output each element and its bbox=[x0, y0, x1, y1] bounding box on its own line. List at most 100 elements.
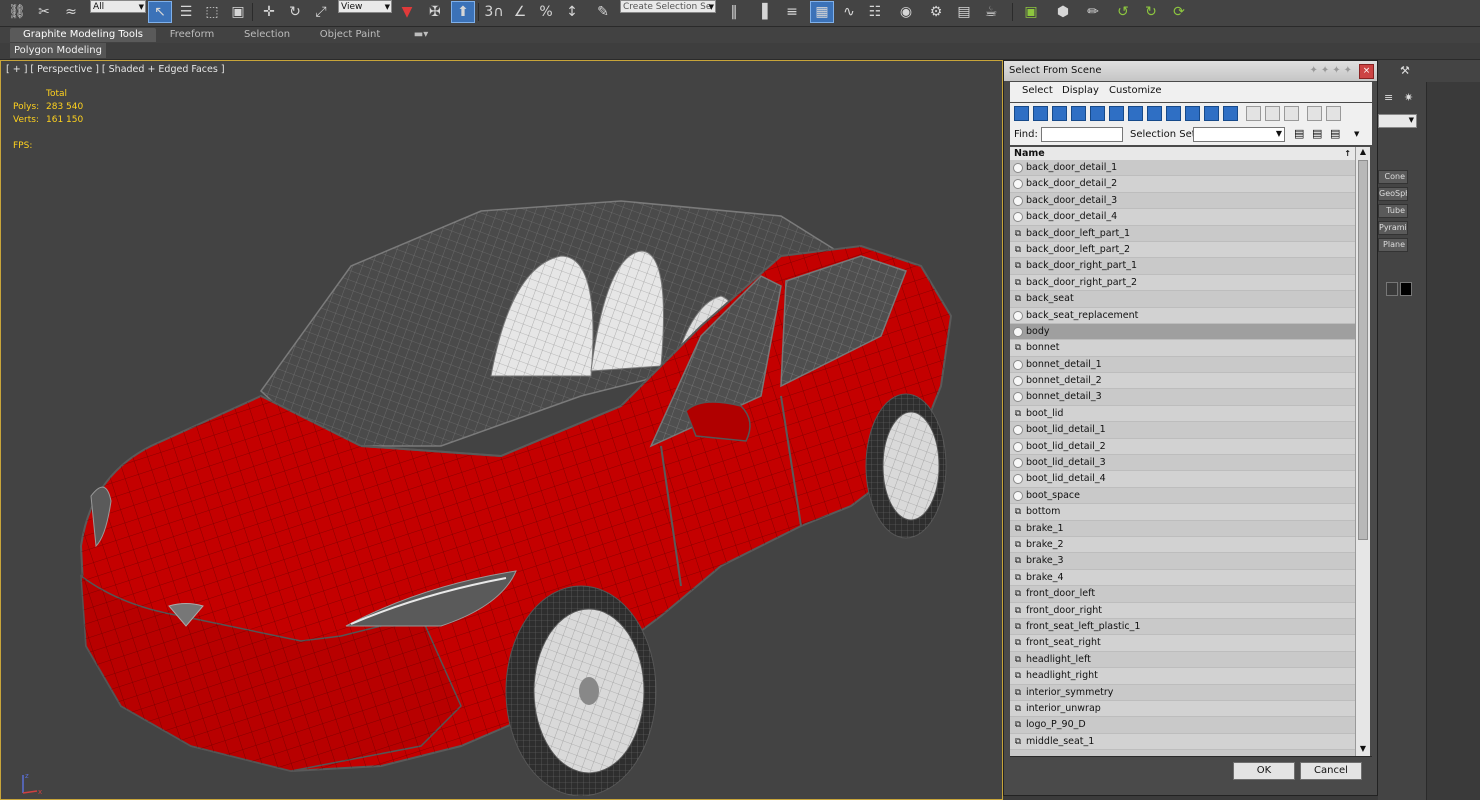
list-item[interactable]: ⧉ front_seat_left_plastic_1 bbox=[1010, 619, 1355, 636]
category-dropdown[interactable]: ▼ bbox=[1378, 114, 1417, 128]
select-invert-icon[interactable] bbox=[1284, 106, 1299, 121]
scrollbar-thumb[interactable] bbox=[1358, 160, 1368, 540]
tab-freeform[interactable]: Freeform bbox=[162, 28, 222, 42]
list-item[interactable]: ⧉ back_door_left_part_1 bbox=[1010, 226, 1355, 242]
menu-display[interactable]: Display bbox=[1062, 85, 1099, 96]
list-item[interactable]: body bbox=[1010, 323, 1355, 341]
curve-editor-icon[interactable]: ∿ bbox=[838, 2, 860, 22]
sort-icon[interactable] bbox=[1326, 106, 1341, 121]
list-item[interactable]: ⧉ brake_3 bbox=[1010, 553, 1355, 570]
refresh-icon[interactable]: ↺ bbox=[1112, 2, 1134, 22]
render-setup-icon[interactable]: ⚙ bbox=[925, 2, 947, 22]
list-item[interactable]: ⧉ back_door_right_part_2 bbox=[1010, 274, 1355, 292]
close-icon[interactable]: × bbox=[1359, 64, 1374, 79]
layer-manager-icon[interactable]: ≡ bbox=[781, 2, 803, 22]
list-item[interactable]: ⧉ brake_4 bbox=[1010, 569, 1355, 587]
ribbon-options-icon[interactable]: ▬▾ bbox=[410, 28, 432, 42]
list-item[interactable]: bonnet_detail_1 bbox=[1010, 357, 1355, 374]
tab-graphite-modeling-tools[interactable]: Graphite Modeling Tools bbox=[10, 28, 156, 42]
display-shapes-icon[interactable] bbox=[1033, 106, 1048, 121]
list-item[interactable]: bonnet_detail_3 bbox=[1010, 389, 1355, 406]
list-item[interactable]: ⧉ back_seat bbox=[1010, 291, 1355, 308]
list-item[interactable]: ⧉ brake_1 bbox=[1010, 521, 1355, 537]
list-item[interactable]: back_door_detail_2 bbox=[1010, 176, 1355, 193]
menu-customize[interactable]: Customize bbox=[1109, 85, 1162, 96]
list-item[interactable]: back_door_detail_3 bbox=[1010, 193, 1355, 210]
selection-set-dropdown[interactable]: ▼ bbox=[1193, 127, 1285, 142]
name-column-header[interactable]: Name ↑ bbox=[1010, 147, 1355, 160]
display-bones-icon[interactable] bbox=[1166, 106, 1181, 121]
edit-named-sets-icon[interactable]: ✎ bbox=[592, 2, 614, 22]
list-item[interactable]: boot_lid_detail_2 bbox=[1010, 438, 1355, 456]
list-item[interactable]: ⧉ interior_unwrap bbox=[1010, 700, 1355, 718]
color-swatch[interactable] bbox=[1386, 282, 1398, 296]
list-item[interactable]: bonnet_detail_2 bbox=[1010, 373, 1355, 390]
create-set-icon[interactable]: ▤ bbox=[1294, 127, 1304, 140]
display-helpers-icon[interactable] bbox=[1090, 106, 1105, 121]
tab-selection[interactable]: Selection bbox=[236, 28, 298, 42]
select-all-icon[interactable] bbox=[1246, 106, 1261, 121]
list-item[interactable]: boot_lid_detail_3 bbox=[1010, 455, 1355, 472]
display-cameras-icon[interactable] bbox=[1071, 106, 1086, 121]
angle-snap-icon[interactable]: ∠ bbox=[509, 2, 531, 22]
list-item[interactable]: back_seat_replacement bbox=[1010, 307, 1355, 324]
display-hidden-icon[interactable] bbox=[1223, 106, 1238, 121]
rect-region-icon[interactable]: ⬚ bbox=[201, 2, 223, 22]
display-containers-icon[interactable] bbox=[1185, 106, 1200, 121]
geosphere-button[interactable]: GeoSphere bbox=[1378, 187, 1408, 201]
list-item[interactable]: ⧉ front_door_left bbox=[1010, 586, 1355, 603]
color-swatch[interactable] bbox=[1400, 282, 1412, 296]
list-item[interactable]: ⧉ front_seat_right bbox=[1010, 635, 1355, 652]
list-item[interactable]: boot_space bbox=[1010, 488, 1355, 505]
tab-object-paint[interactable]: Object Paint bbox=[312, 28, 388, 42]
list-item[interactable]: back_door_detail_4 bbox=[1010, 209, 1355, 226]
list-item[interactable]: ⧉ front_door_right bbox=[1010, 602, 1355, 619]
filter-icon[interactable] bbox=[1307, 106, 1322, 121]
utilities-icon[interactable]: ✷ bbox=[1404, 91, 1413, 104]
scene-explorer-icon[interactable]: ▣ bbox=[1020, 2, 1042, 22]
brush-icon[interactable]: ✏ bbox=[1082, 2, 1104, 22]
pivot-icon[interactable]: ▼ bbox=[396, 2, 418, 22]
link-icon[interactable]: ⛓ bbox=[6, 2, 28, 22]
unlink-icon[interactable]: ✂ bbox=[33, 2, 55, 22]
display-lights-icon[interactable] bbox=[1052, 106, 1067, 121]
remove-from-set-icon[interactable]: ▤ bbox=[1330, 127, 1340, 140]
list-item[interactable]: back_door_detail_1 bbox=[1010, 160, 1355, 177]
find-input[interactable] bbox=[1041, 127, 1123, 142]
list-scrollbar[interactable]: ▲ ▼ bbox=[1355, 147, 1370, 756]
cancel-button[interactable]: Cancel bbox=[1300, 762, 1362, 780]
select-by-name-icon[interactable]: ☰ bbox=[175, 2, 197, 22]
hammer-icon[interactable]: ⚒ bbox=[1400, 64, 1410, 77]
list-item[interactable]: boot_lid_detail_4 bbox=[1010, 471, 1355, 488]
mirror-icon[interactable]: ‖ bbox=[723, 2, 745, 22]
snap-3-icon[interactable]: 3∩ bbox=[483, 2, 505, 22]
schematic-icon[interactable]: ☷ bbox=[864, 2, 886, 22]
loop-icon[interactable]: ⟳ bbox=[1168, 2, 1190, 22]
reference-coord-dropdown[interactable]: View ▼ bbox=[338, 0, 392, 13]
list-item[interactable]: ⧉ headlight_right bbox=[1010, 668, 1355, 685]
list-item[interactable]: ⧉ middle_seat_1 bbox=[1010, 733, 1355, 751]
list-item[interactable]: ⧉ back_door_right_part_1 bbox=[1010, 258, 1355, 275]
hierarchy-icon[interactable]: ≡ bbox=[1384, 91, 1393, 104]
scroll-up-icon[interactable]: ▲ bbox=[1356, 147, 1370, 159]
chevron-down-icon[interactable]: ▼ bbox=[1354, 130, 1359, 138]
material-editor-icon[interactable]: ◉ bbox=[895, 2, 917, 22]
bind-spacewarp-icon[interactable]: ≈ bbox=[60, 2, 82, 22]
display-spacewarps-icon[interactable] bbox=[1109, 106, 1124, 121]
cone-button[interactable]: Cone bbox=[1378, 170, 1408, 184]
selection-filter-dropdown[interactable]: All ▼ bbox=[90, 0, 146, 13]
perspective-viewport[interactable]: [ + ] [ Perspective ] [ Shaded + Edged F… bbox=[0, 60, 1003, 800]
display-xrefs-icon[interactable] bbox=[1147, 106, 1162, 121]
rotate-icon[interactable]: ↻ bbox=[284, 2, 306, 22]
percent-snap-icon[interactable]: % bbox=[535, 2, 557, 22]
list-item[interactable]: ⧉ bonnet bbox=[1010, 340, 1355, 357]
move-icon[interactable]: ✛ bbox=[258, 2, 280, 22]
car-model-render[interactable] bbox=[61, 146, 961, 796]
list-item[interactable]: boot_lid_detail_1 bbox=[1010, 422, 1355, 439]
plane-button[interactable]: Plane bbox=[1378, 238, 1408, 252]
list-item[interactable]: ⧉ boot_lid bbox=[1010, 405, 1355, 423]
list-item[interactable]: ⧉ interior_symmetry bbox=[1010, 685, 1355, 701]
teapot-icon[interactable]: ☕ bbox=[980, 2, 1002, 22]
display-frozen-icon[interactable] bbox=[1204, 106, 1219, 121]
align-icon[interactable]: ▐ bbox=[751, 2, 773, 22]
